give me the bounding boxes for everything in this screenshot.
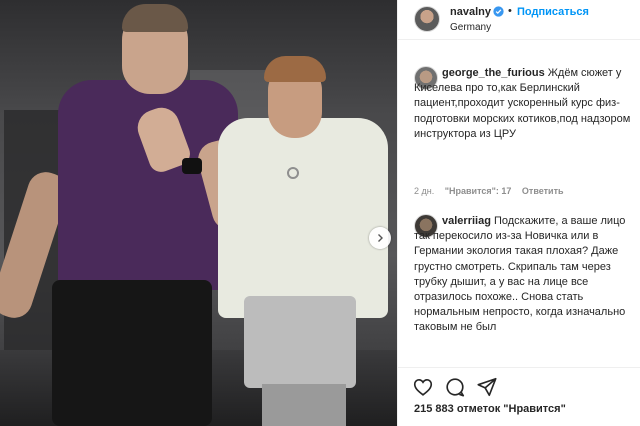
separator-dot: • [508, 5, 512, 17]
heart-icon[interactable] [412, 376, 434, 398]
post-sidebar: navalny • Подписаться Germany george_the… [397, 0, 640, 426]
verified-badge-icon [493, 6, 504, 17]
comment-content: Подскажите, а ваше лицо так перекосило и… [414, 215, 626, 334]
chevron-right-icon [378, 234, 383, 242]
avatar[interactable] [414, 6, 440, 32]
left-person-hair [122, 4, 188, 32]
comment-bubble-icon[interactable] [444, 376, 466, 398]
watch [182, 158, 202, 174]
right-person-shorts [244, 296, 356, 388]
follow-button[interactable]: Подписаться [517, 6, 589, 18]
comment-time[interactable]: 2 дн. [414, 186, 434, 196]
comment-text: valerriiag Подскажите, а ваше лицо так п… [414, 214, 632, 336]
location-link[interactable]: Germany [450, 22, 491, 33]
carousel-next-button[interactable] [369, 227, 391, 249]
comment-item: george_the_furious Ждём сюжет у Киселева… [414, 66, 634, 206]
right-person-hair [264, 56, 326, 82]
paper-plane-icon[interactable] [476, 376, 498, 398]
author-username[interactable]: navalny [450, 6, 491, 18]
comments-fade [398, 345, 640, 367]
comment-likes[interactable]: "Нравится": 17 [445, 186, 512, 196]
action-bar [398, 367, 640, 403]
right-person-legs [262, 384, 346, 426]
comment-meta: 2 дн. "Нравится": 17 Ответить [414, 186, 572, 196]
shirt-logo [287, 167, 299, 179]
post-photo[interactable] [0, 0, 397, 426]
left-person-pants [52, 280, 212, 426]
reply-button[interactable]: Ответить [522, 186, 564, 196]
post-header: navalny • Подписаться Germany [398, 0, 640, 40]
right-person-shirt [218, 118, 388, 318]
likes-count[interactable]: 215 883 отметок "Нравится" [414, 403, 566, 415]
comment-text: george_the_furious Ждём сюжет у Киселева… [414, 66, 632, 142]
comment-username[interactable]: george_the_furious [442, 67, 545, 79]
comment-username[interactable]: valerriiag [442, 215, 491, 227]
comments-list[interactable]: george_the_furious Ждём сюжет у Киселева… [398, 62, 640, 367]
